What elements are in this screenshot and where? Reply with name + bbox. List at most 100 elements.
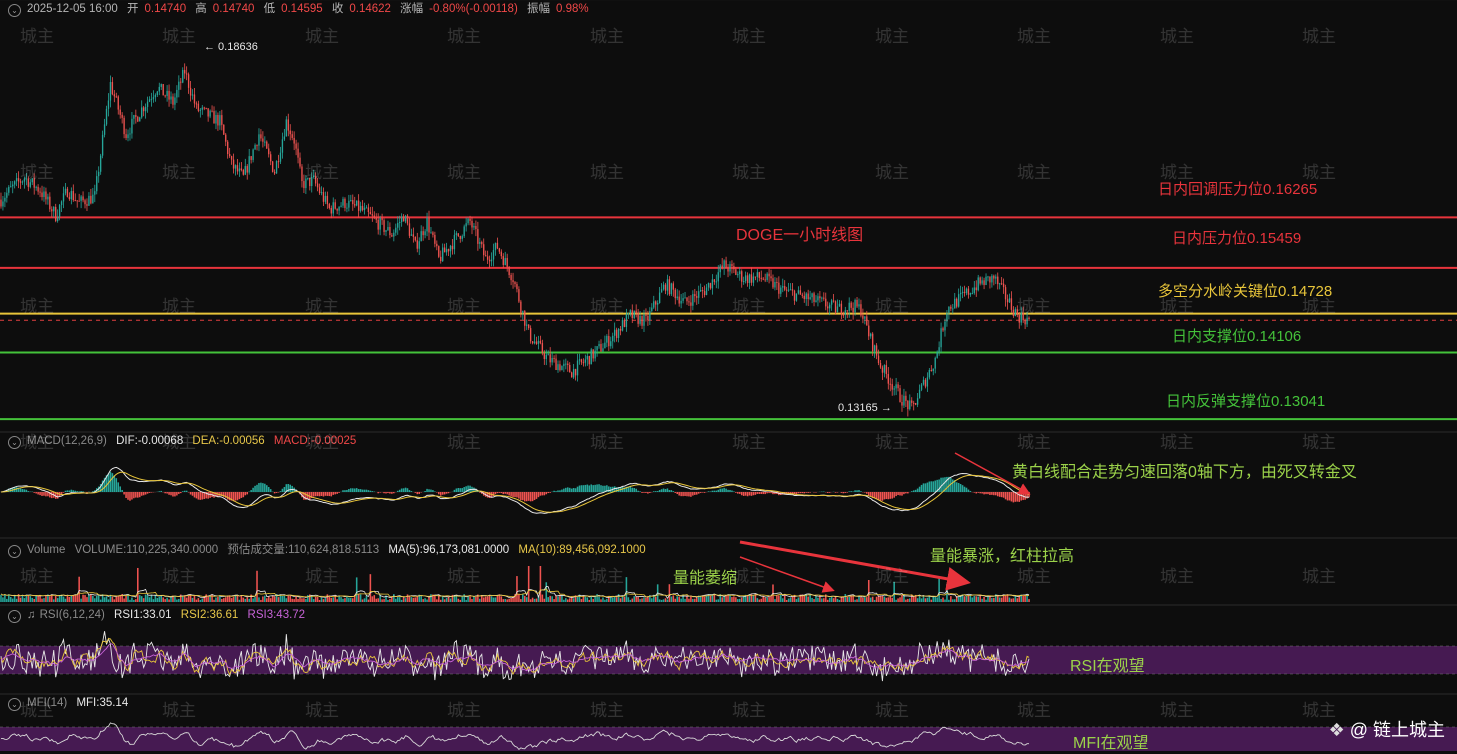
volume-bar [242,597,245,602]
candle-body [86,204,88,206]
volume-bar [946,584,948,602]
candle-body [164,95,166,97]
candle-body [881,367,884,373]
macd-bar [670,490,673,492]
volume-bar [621,596,624,602]
macd-bar [535,492,538,499]
macd-bar [23,489,26,492]
macd-bar [697,492,700,494]
macd-bar [748,492,751,496]
candle-body [545,354,547,359]
candle-body [795,293,798,301]
volume-bar [191,597,194,602]
macd-bar [518,492,520,499]
macd-bar [828,492,831,493]
volume-bar [588,599,591,602]
macd-bar [803,492,806,494]
candle-body [956,298,958,307]
candle-body [668,279,671,295]
volume-bar [443,599,446,602]
candle-body [821,297,823,299]
macd-bar [365,489,368,492]
macd-bar [731,490,733,492]
volume-bar [776,595,778,602]
volume-bar [148,597,151,602]
candle-body [45,191,47,200]
volume-bar [1018,596,1021,602]
candle-body [744,275,747,282]
candle-body [748,274,751,283]
macd-bar [602,485,604,492]
candle-body [105,108,108,125]
macd-bar [916,488,919,492]
collapse-icon[interactable]: ⌄ [8,610,21,623]
volume-bar [289,595,292,602]
volume-bar [629,599,632,602]
macd-bar [629,486,632,492]
volume-bar [834,596,837,602]
candle-body [76,200,78,202]
volume-bar [393,594,395,602]
volume-bar [439,599,442,602]
macd-bar [316,492,319,497]
candle-body [785,289,788,291]
trading-chart[interactable] [0,0,1457,754]
volume-bar [412,597,415,602]
candle-body [911,400,913,403]
volume-bar [508,598,510,602]
macd-bar [543,492,546,496]
candle-body [469,218,471,221]
volume-bar [475,596,477,602]
candle-body [959,292,962,295]
candle-body [230,156,233,160]
mfi-value: MFI:35.14 [76,697,129,709]
macd-bar [1018,492,1021,502]
macd-bar [981,492,983,494]
macd-bar [545,492,548,495]
bell-icon[interactable]: ♫ [27,609,36,621]
macd-bar [181,491,184,492]
candle-body [457,233,460,237]
volume-bar [174,596,176,602]
macd-bar [609,486,612,492]
candle-body [271,161,274,172]
candle-body [508,266,510,276]
candle-body [217,114,219,126]
collapse-icon[interactable]: ⌄ [8,545,21,558]
macd-bar [510,492,512,497]
volume-bar [371,596,374,602]
candle-body [553,357,555,359]
candle-body [162,84,164,96]
collapse-icon[interactable]: ⌄ [8,4,21,17]
candle-body [379,218,381,230]
macd-bar [565,487,567,492]
volume-bar [764,597,766,602]
candle-body [316,183,319,188]
macd-dif-line [0,466,1030,514]
macd-annotation: 黄白线配合走势匀速回落0轴下方，由死叉转金叉 [1012,464,1357,481]
macd-bar [144,492,147,495]
macd-bar [236,492,239,501]
candle-body [139,117,141,122]
macd-bar [351,488,354,492]
macd-bar [973,492,976,493]
candle-body [815,300,817,302]
volume-bar [645,597,647,602]
volume-bar [484,596,487,602]
volume-bar [457,598,460,602]
macd-bar [160,490,163,492]
candle-body [402,216,405,222]
collapse-icon[interactable]: ⌄ [8,698,21,711]
macd-bar [262,483,264,492]
macd-bar [125,492,127,498]
macd-bar [432,490,434,492]
volume-bar [539,566,542,602]
candle-body [17,178,20,182]
candle-body [51,209,53,212]
collapse-icon[interactable]: ⌄ [8,436,21,449]
macd-bar [357,489,360,492]
macd-bar [1020,492,1022,501]
macd-bar [1008,492,1011,501]
candle-body [713,279,716,282]
volume-bar [70,595,73,602]
